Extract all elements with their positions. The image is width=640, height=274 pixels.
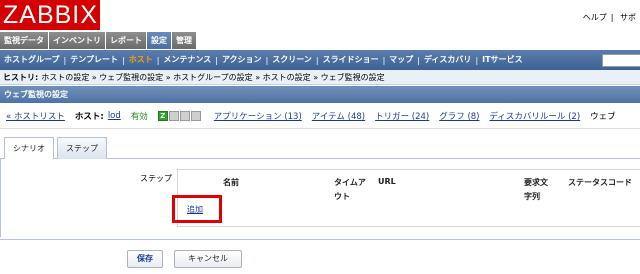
main-menu-inventory[interactable]: インベントリ xyxy=(49,32,106,49)
column-timeout-2: ウト xyxy=(334,192,350,201)
sub-menu-actions[interactable]: アクション xyxy=(218,50,266,70)
host-list-link[interactable]: « ホストリスト xyxy=(6,110,65,122)
tab-scenario[interactable]: シナリオ xyxy=(4,137,54,160)
main-menu-monitoring[interactable]: 監視データ xyxy=(0,32,49,49)
form-footer: 保存 キャンセル xyxy=(0,239,640,274)
graphs-link[interactable]: グラフ (8) xyxy=(439,110,479,122)
cancel-button[interactable]: キャンセル xyxy=(174,250,242,268)
steps-label: ステップ xyxy=(140,174,172,183)
column-required-1: 要求文 xyxy=(524,178,548,187)
zabbix-agent-availability-icon: Z xyxy=(157,110,168,121)
host-status[interactable]: 有効 xyxy=(131,110,148,122)
jmx-availability-icon xyxy=(179,110,190,121)
steps-form: ステップ 名前 タイムア ウト URL 要求文 字列 ステータスコード xyxy=(0,159,640,237)
column-url: URL xyxy=(378,177,396,186)
add-step-button[interactable]: 追加 xyxy=(187,204,203,215)
help-link[interactable]: ヘルプ xyxy=(583,13,607,22)
main-menu-configuration[interactable]: 設定 xyxy=(147,32,172,49)
page-title: ウェブ監視の設定 xyxy=(0,86,640,103)
search-input[interactable] xyxy=(602,54,640,67)
steps-table: 名前 タイムア ウト URL 要求文 字列 ステータスコード xyxy=(177,169,640,227)
web-scenarios-label: ウェブ xyxy=(590,112,616,122)
host-name-link[interactable]: lod xyxy=(108,111,121,121)
items-link[interactable]: アイテム (48) xyxy=(312,110,365,122)
sub-menu-maps[interactable]: マップ xyxy=(385,50,417,70)
zabbix-logo[interactable]: ZABBIX xyxy=(0,0,100,30)
host-label: ホスト: xyxy=(74,112,104,122)
sub-menu: ホストグループ | テンプレート | ホスト | メンテナンス | アクション | スクリ… xyxy=(0,50,640,70)
sub-menu-slide-shows[interactable]: スライドショー xyxy=(319,50,383,70)
top-links-separator: | xyxy=(610,13,614,22)
sub-menu-templates[interactable]: テンプレート xyxy=(66,50,122,70)
save-button[interactable]: 保存 xyxy=(127,250,163,268)
sub-menu-it-services[interactable]: ITサービス xyxy=(478,50,526,70)
main-menu: 監視データ インベントリ レポート 設定 管理 xyxy=(0,32,197,49)
snmp-availability-icon xyxy=(168,110,179,121)
top-links: ヘルプ | サポ xyxy=(583,12,640,23)
sub-menu-discovery[interactable]: ディスカバリ xyxy=(420,50,475,70)
host-navigation-bar: « ホストリスト ホスト: lod 有効 Z アプリケーション (13) アイテ… xyxy=(0,104,640,129)
column-timeout-1: タイムア xyxy=(334,178,366,187)
sub-menu-host-groups[interactable]: ホストグループ xyxy=(0,50,64,70)
availability-indicators: Z xyxy=(157,110,202,122)
column-name: 名前 xyxy=(223,178,239,187)
sub-menu-hosts[interactable]: ホスト xyxy=(125,50,157,70)
history-breadcrumb: ヒストリ: ホストの設定 » ウェブ監視の設定 » ホストグループの設定 » ホス… xyxy=(0,70,640,85)
column-required-2: 字列 xyxy=(524,192,540,201)
triggers-link[interactable]: トリガー (24) xyxy=(375,110,429,122)
discovery-rules-link[interactable]: ディスカバリルール (2) xyxy=(490,110,581,122)
main-menu-reports[interactable]: レポート xyxy=(106,32,147,49)
tab-steps[interactable]: ステップ xyxy=(57,137,107,159)
history-label: ヒストリ: xyxy=(3,73,39,82)
main-menu-administration[interactable]: 管理 xyxy=(172,32,197,49)
applications-link[interactable]: アプリケーション (13) xyxy=(214,110,302,122)
history-path[interactable]: ホストの設定 » ウェブ監視の設定 » ホストグループの設定 » ホストの設定 … xyxy=(41,73,384,82)
column-status-code: ステータスコード xyxy=(568,178,632,187)
form-tabs: シナリオ ステップ xyxy=(0,137,640,160)
support-link[interactable]: サポ xyxy=(620,13,636,22)
sub-menu-maintenance[interactable]: メンテナンス xyxy=(159,50,215,70)
ipmi-availability-icon xyxy=(190,110,201,121)
sub-menu-screens[interactable]: スクリーン xyxy=(268,50,316,70)
